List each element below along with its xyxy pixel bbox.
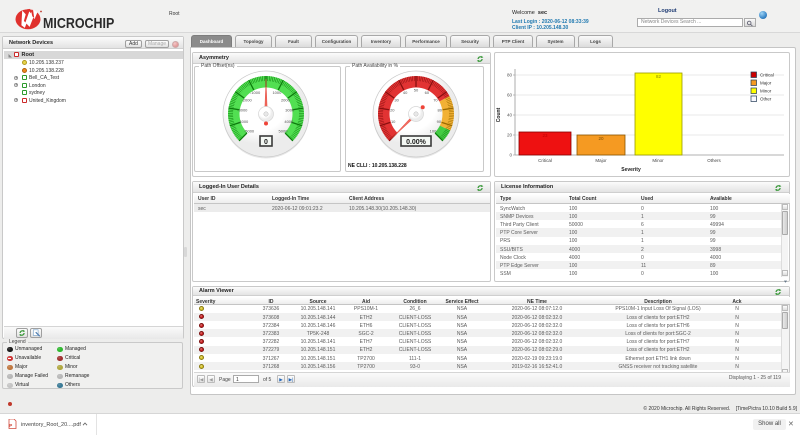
svg-text:-4000: -4000 (238, 119, 249, 124)
svg-text:Count: Count (496, 107, 502, 122)
svg-text:3000: 3000 (285, 108, 295, 113)
svg-text:80: 80 (507, 73, 513, 78)
svg-text:40: 40 (403, 90, 408, 95)
svg-text:0.00%: 0.00% (406, 139, 427, 146)
svg-text:90: 90 (437, 119, 442, 124)
svg-text:70: 70 (433, 97, 438, 102)
svg-text:Others: Others (707, 158, 721, 163)
svg-text:P: P (9, 423, 12, 428)
svg-text:-5000: -5000 (244, 128, 255, 133)
svg-text:Major: Major (595, 158, 607, 163)
svg-text:23: 23 (542, 133, 548, 138)
svg-text:-2000: -2000 (241, 97, 252, 102)
svg-text:Other: Other (760, 97, 772, 102)
svg-text:1000: 1000 (272, 90, 282, 95)
svg-text:Minor: Minor (652, 158, 664, 163)
svg-text:100: 100 (430, 128, 437, 133)
svg-text:5000: 5000 (279, 128, 289, 133)
svg-text:50: 50 (414, 88, 419, 93)
svg-text:80: 80 (437, 108, 442, 113)
svg-text:60: 60 (507, 93, 513, 98)
svg-text:2000: 2000 (281, 97, 291, 102)
svg-text:MICROCHIP: MICROCHIP (43, 15, 114, 30)
svg-text:20: 20 (598, 136, 604, 141)
svg-text:20: 20 (507, 133, 513, 138)
svg-text:Severity: Severity (621, 167, 641, 173)
svg-text:82: 82 (656, 74, 662, 79)
svg-text:60: 60 (425, 90, 430, 95)
svg-text:20: 20 (390, 108, 395, 113)
svg-text:4000: 4000 (284, 119, 294, 124)
svg-text:Minor: Minor (760, 89, 772, 94)
svg-text:-3000: -3000 (237, 108, 248, 113)
svg-text:-1000: -1000 (250, 90, 261, 95)
svg-text:0: 0 (264, 139, 268, 146)
svg-text:Critical: Critical (760, 73, 774, 78)
svg-text:30: 30 (394, 97, 399, 102)
svg-text:40: 40 (507, 113, 513, 118)
svg-text:Major: Major (760, 81, 772, 86)
svg-text:Critical: Critical (538, 158, 552, 163)
svg-text:0: 0 (509, 153, 512, 158)
svg-text:10: 10 (391, 119, 396, 124)
